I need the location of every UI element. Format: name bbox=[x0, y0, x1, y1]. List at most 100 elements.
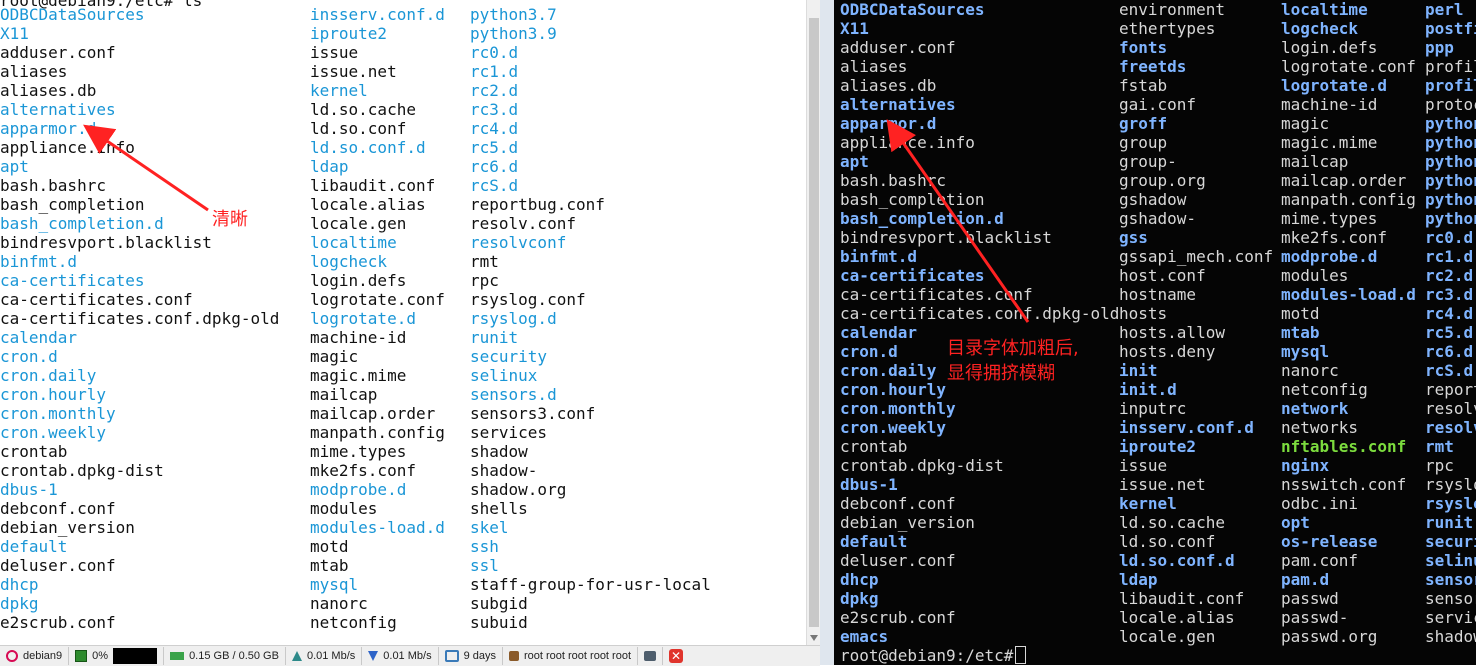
scroll-down-icon[interactable] bbox=[810, 635, 818, 641]
left-file-entry: crontab.dpkg-dist bbox=[0, 461, 164, 480]
left-dir-entry: logcheck bbox=[310, 252, 388, 271]
right-file-entry: hosts bbox=[1119, 304, 1168, 323]
status-download[interactable]: 0.01 Mb/s bbox=[362, 647, 439, 665]
left-file-entry: rmt bbox=[470, 252, 499, 271]
right-dir-entry: resolv bbox=[1425, 418, 1476, 437]
download-arrow-icon bbox=[368, 651, 379, 661]
right-dir-entry: kernel bbox=[1119, 494, 1177, 513]
right-dir-entry: opt bbox=[1281, 513, 1310, 532]
right-dir-entry: iproute2 bbox=[1119, 437, 1197, 456]
right-file-entry: aliases.db bbox=[840, 76, 937, 95]
left-terminal-scrollbar[interactable] bbox=[806, 0, 821, 645]
annotation-label-bold: 目录字体加粗后, 显得拥挤模糊 bbox=[947, 336, 1079, 386]
right-file-entry: nanorc bbox=[1281, 361, 1339, 380]
left-file-entry: shadow- bbox=[470, 461, 538, 480]
right-file-entry: inputrc bbox=[1119, 399, 1187, 418]
right-file-entry: machine-id bbox=[1281, 95, 1378, 114]
right-file-entry: bash.bashrc bbox=[840, 171, 946, 190]
right-file-entry: crontab bbox=[840, 437, 908, 456]
status-uptime[interactable]: 9 days bbox=[439, 647, 503, 665]
right-file-entry: group.org bbox=[1119, 171, 1206, 190]
right-exec-entry: nftables.conf bbox=[1281, 437, 1407, 456]
right-file-entry: ca-certificates.conf.dpkg-old bbox=[840, 304, 1120, 323]
right-listing-column-3: localtime logcheck login.defs logrotate.con… bbox=[1281, 0, 1416, 646]
close-icon[interactable]: ✕ bbox=[669, 649, 683, 663]
users-list: root root root root root bbox=[524, 650, 631, 662]
right-dir-entry: python bbox=[1425, 209, 1476, 228]
left-dir-entry: ld.so.conf.d bbox=[310, 138, 426, 157]
terminal-icon bbox=[644, 651, 656, 661]
right-dir-entry: pam.d bbox=[1281, 570, 1330, 589]
right-file-entry: debian_version bbox=[840, 513, 975, 532]
status-host[interactable]: debian9 bbox=[0, 647, 70, 665]
right-dir-entry: init bbox=[1119, 361, 1158, 380]
right-dir-entry: cron.monthly bbox=[840, 399, 956, 418]
status-cpu[interactable]: 0% bbox=[69, 647, 165, 665]
right-file-entry: environment bbox=[1119, 0, 1225, 19]
left-file-entry: logrotate.conf bbox=[310, 290, 445, 309]
left-dir-entry: ssh bbox=[470, 537, 499, 556]
right-file-entry: ca-certificates.conf bbox=[840, 285, 1033, 304]
right-file-entry: aliases bbox=[840, 57, 908, 76]
left-file-entry: rsyslog.conf bbox=[470, 290, 586, 309]
right-file-entry: bash_completion bbox=[840, 190, 985, 209]
right-dir-entry: rc4.d bbox=[1425, 304, 1474, 323]
left-dir-entry: ssl bbox=[470, 556, 499, 575]
shell-prompt-line[interactable]: root@debian9:/etc# bbox=[840, 646, 1027, 665]
left-file-entry: manpath.config bbox=[310, 423, 445, 442]
left-dir-entry: cron.hourly bbox=[0, 385, 106, 404]
status-users[interactable]: root root root root root bbox=[503, 647, 638, 665]
right-file-entry: report bbox=[1425, 380, 1476, 399]
left-file-entry: shadow bbox=[470, 442, 528, 461]
left-file-entry: aliases.db bbox=[0, 81, 97, 100]
left-dir-entry: ldap bbox=[310, 157, 349, 176]
upload-speed: 0.01 Mb/s bbox=[306, 650, 356, 662]
right-dir-entry: alternatives bbox=[840, 95, 956, 114]
right-file-entry: magic bbox=[1281, 114, 1330, 133]
left-dir-entry: python3.9 bbox=[470, 24, 557, 43]
left-file-entry: mime.types bbox=[310, 442, 407, 461]
left-dir-entry: X11 bbox=[0, 24, 29, 43]
left-file-entry: subuid bbox=[470, 613, 528, 632]
right-dir-entry: profil bbox=[1425, 76, 1476, 95]
right-dir-entry: emacs bbox=[840, 627, 889, 646]
right-dir-entry: rcS.d bbox=[1425, 361, 1474, 380]
right-dir-entry: localtime bbox=[1281, 0, 1368, 19]
scrollbar-thumb[interactable] bbox=[809, 18, 819, 627]
left-dir-entry: iproute2 bbox=[310, 24, 388, 43]
status-memory[interactable]: 0.15 GB / 0.50 GB bbox=[164, 647, 286, 665]
right-dir-entry: python bbox=[1425, 114, 1476, 133]
left-dir-entry: resolvconf bbox=[470, 233, 567, 252]
left-file-entry: login.defs bbox=[310, 271, 407, 290]
left-dir-entry: rc6.d bbox=[470, 157, 519, 176]
right-file-entry: ld.so.conf bbox=[1119, 532, 1216, 551]
left-dir-entry: rcS.d bbox=[470, 176, 519, 195]
status-close[interactable]: ✕ bbox=[663, 647, 689, 665]
right-dir-entry: dhcp bbox=[840, 570, 879, 589]
left-file-entry: debian_version bbox=[0, 518, 135, 537]
left-file-entry: netconfig bbox=[310, 613, 397, 632]
status-terminal[interactable] bbox=[638, 647, 663, 665]
right-listing-column-1: ODBCDataSources X11 adduser.conf aliases ali… bbox=[840, 0, 1119, 646]
right-terminal-window[interactable]: ODBCDataSources X11 adduser.conf aliases ali… bbox=[834, 0, 1476, 665]
right-dir-entry: cron.weekly bbox=[840, 418, 946, 437]
right-dir-entry: dbus-1 bbox=[840, 475, 898, 494]
right-file-entry: fstab bbox=[1119, 76, 1168, 95]
right-dir-entry: ppp bbox=[1425, 38, 1454, 57]
left-terminal-window[interactable]: root@debian9:/etc# ls ODBCDataSources X11… bbox=[0, 0, 806, 645]
status-upload[interactable]: 0.01 Mb/s bbox=[286, 647, 363, 665]
right-dir-entry: os-release bbox=[1281, 532, 1378, 551]
left-dir-entry: rc5.d bbox=[470, 138, 519, 157]
right-dir-entry: apt bbox=[840, 152, 869, 171]
right-dir-entry: mysql bbox=[1281, 342, 1330, 361]
right-file-entry: servic bbox=[1425, 608, 1476, 627]
right-file-entry: ethertypes bbox=[1119, 19, 1216, 38]
left-file-entry: libaudit.conf bbox=[310, 176, 436, 195]
right-dir-entry: insserv.conf.d bbox=[1119, 418, 1254, 437]
left-file-entry: locale.gen bbox=[310, 214, 407, 233]
right-file-entry: issue bbox=[1119, 456, 1168, 475]
left-dir-entry: rc1.d bbox=[470, 62, 519, 81]
left-dir-entry: runit bbox=[470, 328, 519, 347]
right-dir-entry: rc2.d bbox=[1425, 266, 1474, 285]
left-file-entry: rpc bbox=[470, 271, 499, 290]
